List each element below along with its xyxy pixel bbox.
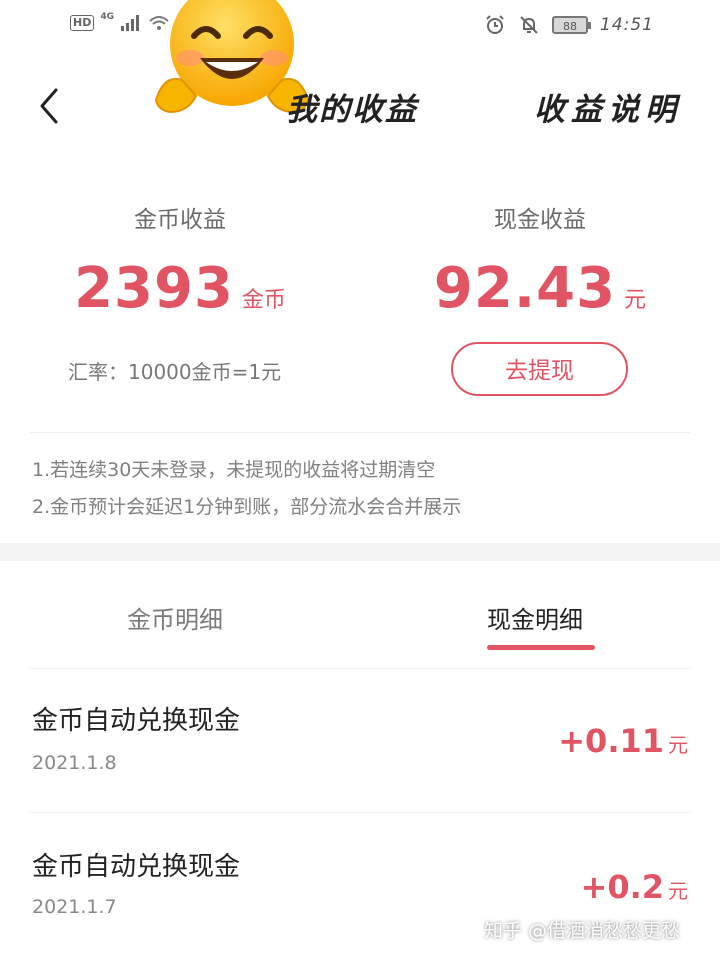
record-amount-row: +0.2 元 <box>581 868 689 906</box>
coin-earnings-value: 2393 <box>74 256 234 321</box>
cash-earnings-unit: 元 <box>624 288 647 313</box>
network-type: 4G <box>100 12 114 22</box>
status-right: 88 14:51 <box>484 14 654 36</box>
coin-earnings-value-row: 2393 金币 <box>30 256 330 321</box>
record-unit: 元 <box>668 879 688 903</box>
earnings-info-link[interactable]: 收益说明 <box>534 84 682 129</box>
battery-indicator: 88 <box>552 16 591 34</box>
section-separator <box>0 543 720 561</box>
notice-item: 2.金币预计会延迟1分钟到账，部分流水会合并展示 <box>32 496 462 518</box>
record-amount: +0.2 <box>580 868 665 906</box>
watermark: 知乎 @借酒消愁愁更愁 <box>484 920 681 942</box>
withdraw-button[interactable]: 去提现 <box>451 342 628 396</box>
status-time: 14:51 <box>600 15 654 35</box>
chevron-left-icon <box>40 88 58 124</box>
coin-earnings-label: 金币收益 <box>134 207 226 233</box>
hd-badge: HD <box>70 15 95 31</box>
notice-list: 1.若连续30天未登录，未提现的收益将过期清空 2.金币预计会延迟1分钟到账，部… <box>32 452 461 526</box>
record-unit: 元 <box>668 733 688 757</box>
divider <box>30 432 690 433</box>
coin-earnings-unit: 金币 <box>241 288 286 313</box>
record-date: 2021.1.7 <box>32 896 117 918</box>
record-date: 2021.1.8 <box>32 752 117 774</box>
tab-cash-details[interactable]: 现金明细 <box>487 600 583 635</box>
exchange-rate: 汇率：10000金币=1元 <box>68 360 282 384</box>
record-amount: +0.11 <box>558 722 664 760</box>
divider <box>30 668 690 669</box>
status-bar: HD 4G 88 14:51 <box>0 0 720 56</box>
page-title: 我的收益 <box>286 92 418 128</box>
list-item: 金币自动兑换现金 2021.1.8 +0.11 元 <box>0 670 720 814</box>
divider <box>30 812 690 813</box>
active-tab-indicator <box>487 645 595 650</box>
cash-earnings-value-row: 92.43 元 <box>390 256 690 321</box>
mute-bell-icon <box>520 16 538 34</box>
cash-earnings-value: 92.43 <box>433 256 617 321</box>
record-amount-row: +0.11 元 <box>558 722 688 760</box>
alarm-icon <box>486 15 504 34</box>
earnings-page: HD 4G 88 14:51 我的收益 收益说明 金币收益 2393 金币 现金… <box>0 0 720 960</box>
cash-earnings-label: 现金收益 <box>494 207 586 233</box>
notice-item: 1.若连续30天未登录，未提现的收益将过期清空 <box>32 459 436 481</box>
tab-coin-details[interactable]: 金币明细 <box>127 600 223 635</box>
signal-icon <box>121 15 139 31</box>
record-title: 金币自动兑换现金 <box>32 852 241 882</box>
coin-earnings: 金币收益 2393 金币 <box>30 200 330 321</box>
record-title: 金币自动兑换现金 <box>32 706 241 736</box>
back-button[interactable] <box>30 84 70 128</box>
cash-earnings: 现金收益 92.43 元 <box>390 200 690 321</box>
